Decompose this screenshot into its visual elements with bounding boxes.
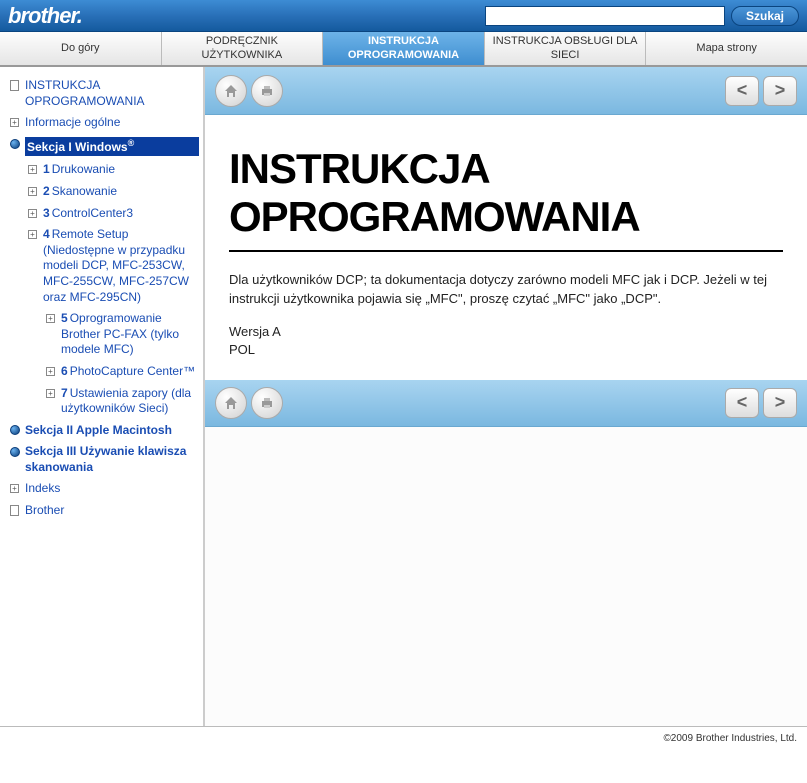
- home-button[interactable]: [215, 75, 247, 107]
- home-icon: [223, 395, 239, 411]
- expand-icon[interactable]: +: [44, 387, 57, 400]
- tree-label: Indeks: [25, 481, 199, 497]
- tab-network-guide[interactable]: INSTRUKCJA OBSŁUGI DLA SIECI: [485, 32, 647, 65]
- prev-button-bottom[interactable]: <: [725, 388, 759, 418]
- tree-item-photocapture[interactable]: + 6PhotoCapture Center™: [44, 361, 199, 383]
- chevron-left-icon: <: [737, 392, 748, 413]
- tree-label: 7Ustawienia zapory (dla użytkowników Sie…: [61, 386, 199, 417]
- nav-tabs: Do góry PODRĘCZNIK UŻYTKOWNIKA INSTRUKCJ…: [0, 32, 807, 66]
- chevron-right-icon: >: [775, 392, 786, 413]
- content-toolbar-bottom: < >: [205, 379, 807, 427]
- print-icon: [259, 83, 275, 99]
- tree-item-firewall[interactable]: + 7Ustawienia zapory (dla użytkowników S…: [44, 383, 199, 420]
- tree-label: INSTRUKCJA OPROGRAMOWANIA: [25, 78, 199, 109]
- intro-paragraph: Dla użytkowników DCP; ta dokumentacja do…: [229, 270, 783, 309]
- tree-label: Sekcja III Używanie klawisza skanowania: [25, 444, 199, 475]
- header-bar: brother. Szukaj: [0, 0, 807, 32]
- tree-children: + 1Drukowanie + 2Skanowanie + 3ControlCe…: [8, 159, 199, 419]
- tree-item-index[interactable]: + Indeks: [8, 478, 199, 500]
- tree-item-remote-setup[interactable]: + 4Remote Setup (Niedostępne w przypadku…: [26, 224, 199, 308]
- tree-item-controlcenter[interactable]: + 3ControlCenter3: [26, 203, 199, 225]
- expand-icon[interactable]: +: [8, 116, 21, 129]
- tree-item-brother[interactable]: Brother: [8, 500, 199, 522]
- chevron-right-icon: >: [775, 80, 786, 101]
- expand-icon[interactable]: +: [26, 163, 39, 176]
- print-icon: [259, 395, 275, 411]
- print-button[interactable]: [251, 75, 283, 107]
- doc-icon: [8, 79, 21, 92]
- prev-button[interactable]: <: [725, 76, 759, 106]
- tree-item-pcfax[interactable]: + 5Oprogramowanie Brother PC-FAX (tylko …: [44, 308, 199, 361]
- bullet-icon: [8, 138, 21, 151]
- sidebar[interactable]: INSTRUKCJA OPROGRAMOWANIA + Informacje o…: [0, 67, 205, 726]
- expand-icon[interactable]: +: [26, 207, 39, 220]
- content-body: INSTRUKCJA OPROGRAMOWANIA Dla użytkownik…: [205, 115, 807, 379]
- bullet-icon: [8, 424, 21, 437]
- doc-icon: [8, 504, 21, 517]
- tree-item-section-scan-key[interactable]: Sekcja III Używanie klawisza skanowania: [8, 441, 199, 478]
- main-layout: INSTRUKCJA OPROGRAMOWANIA + Informacje o…: [0, 66, 807, 726]
- tab-up[interactable]: Do góry: [0, 32, 162, 65]
- tree-item-info[interactable]: + Informacje ogólne: [8, 112, 199, 134]
- search-button[interactable]: Szukaj: [731, 6, 799, 26]
- content-toolbar-top: < >: [205, 67, 807, 115]
- print-button-bottom[interactable]: [251, 387, 283, 419]
- tree-label: 4Remote Setup (Niedostępne w przypadku m…: [43, 227, 199, 305]
- expand-icon[interactable]: +: [26, 228, 39, 241]
- tab-user-guide[interactable]: PODRĘCZNIK UŻYTKOWNIKA: [162, 32, 324, 65]
- brand-logo: brother.: [8, 3, 82, 29]
- search-area: Szukaj: [485, 6, 799, 26]
- tree-label: Brother: [25, 503, 199, 519]
- tree-label-selected: Sekcja I Windows®: [25, 137, 199, 157]
- expand-icon[interactable]: +: [44, 365, 57, 378]
- tree-label: 2Skanowanie: [43, 184, 199, 200]
- tree-item-section-windows[interactable]: Sekcja I Windows®: [8, 134, 199, 160]
- expand-icon[interactable]: +: [44, 312, 57, 325]
- tree-item-section-mac[interactable]: Sekcja II Apple Macintosh: [8, 420, 199, 442]
- chevron-left-icon: <: [737, 80, 748, 101]
- tree-item-printing[interactable]: + 1Drukowanie: [26, 159, 199, 181]
- tree-label: 6PhotoCapture Center™: [61, 364, 199, 380]
- page-title: INSTRUKCJA OPROGRAMOWANIA: [229, 145, 783, 242]
- tree-label: 1Drukowanie: [43, 162, 199, 178]
- next-button-bottom[interactable]: >: [763, 388, 797, 418]
- tree-label: Informacje ogólne: [25, 115, 199, 131]
- lang-line: POL: [229, 341, 783, 359]
- search-input[interactable]: [485, 6, 725, 26]
- tree-label: 3ControlCenter3: [43, 206, 199, 222]
- next-button[interactable]: >: [763, 76, 797, 106]
- tab-software-guide[interactable]: INSTRUKCJA OPROGRAMOWANIA: [323, 32, 485, 65]
- expand-icon[interactable]: +: [26, 185, 39, 198]
- home-button-bottom[interactable]: [215, 387, 247, 419]
- tree-label: Sekcja II Apple Macintosh: [25, 423, 199, 439]
- bullet-icon: [8, 445, 21, 458]
- expand-icon[interactable]: +: [8, 482, 21, 495]
- footer: ©2009 Brother Industries, Ltd.: [0, 726, 807, 750]
- home-icon: [223, 83, 239, 99]
- title-divider: [229, 250, 783, 252]
- content-pane: < > INSTRUKCJA OPROGRAMOWANIA Dla użytko…: [205, 67, 807, 726]
- tree-item-root[interactable]: INSTRUKCJA OPROGRAMOWANIA: [8, 75, 199, 112]
- tree-item-scanning[interactable]: + 2Skanowanie: [26, 181, 199, 203]
- version-line: Wersja A: [229, 323, 783, 341]
- tree-label: 5Oprogramowanie Brother PC-FAX (tylko mo…: [61, 311, 199, 358]
- copyright-text: ©2009 Brother Industries, Ltd.: [663, 733, 797, 744]
- tab-sitemap[interactable]: Mapa strony: [646, 32, 807, 65]
